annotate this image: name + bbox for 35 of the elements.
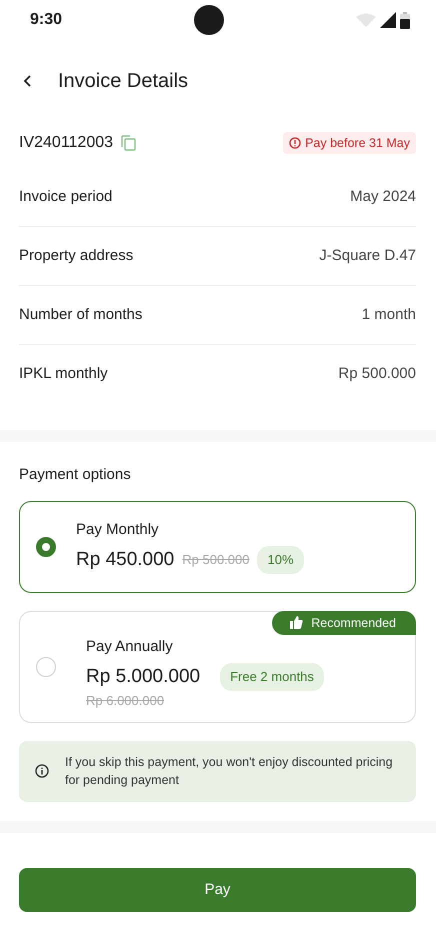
detail-label: Number of months <box>19 304 142 325</box>
due-date-text: Pay before 31 May <box>305 134 410 152</box>
discount-badge: 10% <box>257 546 304 574</box>
notice-text: If you skip this payment, you won't enjoy discounted pricing for pending payment <box>65 754 394 790</box>
signal-icon <box>380 12 396 28</box>
detail-label: Property address <box>19 246 134 266</box>
camera-hole <box>194 5 224 35</box>
detail-label: Invoice period <box>19 186 112 207</box>
option-name: Pay Monthly <box>76 520 160 540</box>
wifi-icon <box>356 13 376 27</box>
original-price: Rp 500.000 <box>182 551 250 569</box>
page-title: Invoice Details <box>58 69 188 94</box>
detail-value: J-Square D.47 <box>319 246 416 266</box>
copy-icon <box>121 135 136 151</box>
detail-value: Rp 500.000 <box>338 364 416 384</box>
original-price: Rp 6.000.000 <box>86 692 166 710</box>
thumbs-up-icon <box>290 616 304 630</box>
info-icon <box>35 764 49 778</box>
section-title: Payment options <box>19 465 132 485</box>
detail-value: 1 month <box>362 304 416 325</box>
option-name: Pay Annually <box>86 637 174 658</box>
radio-button[interactable] <box>36 536 56 556</box>
battery-icon <box>400 12 410 28</box>
option-price: Rp 5.000.000 <box>86 664 200 689</box>
alert-icon <box>289 137 302 149</box>
pay-button[interactable]: Pay <box>19 868 416 912</box>
payment-option-card[interactable]: Pay Annually Rp 5.000.000 Free 2 months Rp 6.000.000 Recommended <box>19 610 416 722</box>
detail-label: IPKL monthly <box>19 364 108 384</box>
payment-option-card[interactable]: Pay Monthly Rp 450.000 Rp 500.000 10% <box>19 500 416 592</box>
ribbon-text: Recommended <box>311 614 396 632</box>
status-time: 9:30 <box>30 10 62 30</box>
invoice-number: IV240112003 <box>19 133 114 153</box>
option-price: Rp 450.000 <box>76 548 174 572</box>
discount-badge: Free 2 months <box>220 663 324 691</box>
detail-value: May 2024 <box>350 186 416 207</box>
